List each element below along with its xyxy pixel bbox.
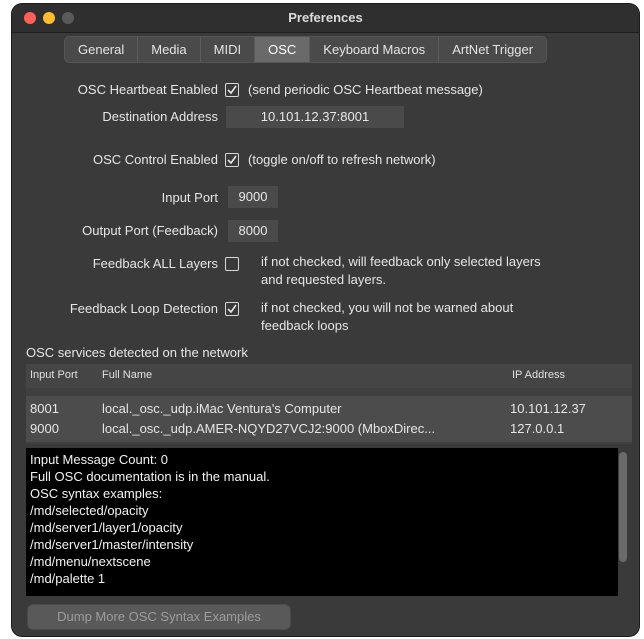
row-ip: 127.0.0.1 [510,421,565,436]
tab-midi[interactable]: MIDI [201,37,256,62]
services-table: Input Port Full Name IP Address 8001 loc… [26,364,632,444]
console-scrollbar[interactable] [619,452,627,562]
destination-label: Destination Address [102,109,218,124]
row-ip: 10.101.12.37 [510,401,586,416]
console-line: Full OSC documentation is in the manual. [30,469,270,484]
feedback-all-note-1: if not checked, will feedback only selec… [261,254,541,269]
checkmark-icon [227,304,237,314]
title-bar: Preferences [12,4,639,33]
destination-address-field[interactable]: 10.101.12.37:8001 [226,106,404,128]
table-row[interactable]: 9000 local._osc._udp.AMER-NQYD27VCJ2:900… [26,419,632,439]
row-name: local._osc._udp.AMER-NQYD27VCJ2:9000 (Mb… [102,421,436,436]
loop-detection-note-2: feedback loops [261,318,349,333]
input-port-field[interactable]: 9000 [228,186,278,208]
tab-osc[interactable]: OSC [255,37,311,62]
column-input-port[interactable]: Input Port [30,369,78,381]
output-port-field[interactable]: 8000 [228,220,278,242]
heartbeat-label: OSC Heartbeat Enabled [77,82,218,97]
feedback-all-checkbox[interactable] [225,257,239,271]
console-line: /md/palette 1 [30,571,106,586]
window-title: Preferences [288,10,363,25]
osc-console-output[interactable]: Input Message Count: 0 Full OSC document… [26,448,618,596]
console-line: /md/server1/layer1/opacity [30,520,183,535]
tab-media[interactable]: Media [138,37,201,62]
feedback-all-label: Feedback ALL Layers [92,256,218,271]
tab-general[interactable]: General [65,37,139,62]
heartbeat-checkbox[interactable] [225,83,239,97]
preferences-window: Preferences General Media MIDI OSC Keybo… [12,4,639,636]
console-line: /md/selected/opacity [30,503,149,518]
services-table-header: Input Port Full Name IP Address [26,364,632,388]
row-port: 9000 [30,421,59,436]
checkmark-icon [227,155,237,165]
services-table-body: 8001 local._osc._udp.iMac Ventura's Comp… [26,396,632,442]
control-note: (toggle on/off to refresh network) [248,152,436,167]
control-checkbox[interactable] [225,153,239,167]
column-ip-address[interactable]: IP Address [512,369,565,381]
output-port-label: Output Port (Feedback) [82,223,218,238]
loop-detection-label: Feedback Loop Detection [69,301,218,316]
table-row[interactable]: 8001 local._osc._udp.iMac Ventura's Comp… [26,399,632,419]
console-line: /md/menu/nextscene [30,554,151,569]
feedback-all-note-2: and requested layers. [261,272,387,287]
tab-keyboard-macros[interactable]: Keyboard Macros [310,37,440,62]
checkmark-icon [227,85,237,95]
loop-detection-checkbox[interactable] [225,302,239,316]
heartbeat-note: (send periodic OSC Heartbeat message) [248,82,483,97]
tab-artnet-trigger[interactable]: ArtNet Trigger [439,37,546,62]
loop-detection-note-1: if not checked, you will not be warned a… [261,300,514,315]
console-line: /md/server1/master/intensity [30,537,194,552]
row-name: local._osc._udp.iMac Ventura's Computer [102,401,342,416]
services-title: OSC services detected on the network [26,345,248,360]
console-line: OSC syntax examples: [30,486,163,501]
input-port-label: Input Port [161,190,218,205]
column-full-name[interactable]: Full Name [102,369,152,381]
preferences-tabs: General Media MIDI OSC Keyboard Macros A… [64,36,548,63]
row-port: 8001 [30,401,59,416]
control-label: OSC Control Enabled [92,152,218,167]
dump-syntax-examples-button[interactable]: Dump More OSC Syntax Examples [28,605,290,629]
console-line: Input Message Count: 0 [30,452,169,467]
